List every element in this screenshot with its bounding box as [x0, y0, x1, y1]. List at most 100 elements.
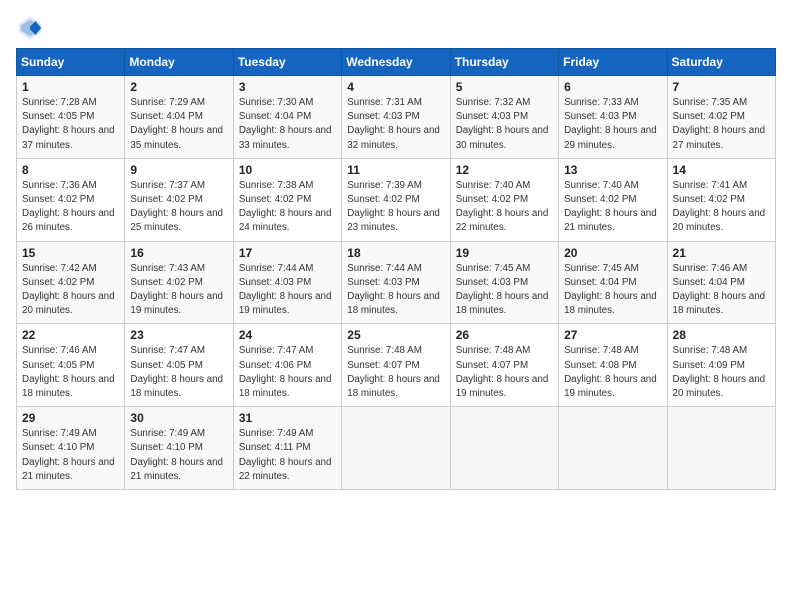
day-number: 6: [564, 80, 661, 94]
day-number: 13: [564, 163, 661, 177]
day-number: 18: [347, 246, 444, 260]
day-number: 4: [347, 80, 444, 94]
logo: [16, 14, 48, 42]
weekday-header-thursday: Thursday: [450, 49, 558, 76]
day-number: 25: [347, 328, 444, 342]
day-number: 22: [22, 328, 119, 342]
day-detail: Sunrise: 7:47 AMSunset: 4:05 PMDaylight:…: [130, 344, 227, 401]
day-cell: 24 Sunrise: 7:47 AMSunset: 4:06 PMDayligh…: [233, 324, 341, 407]
day-cell: 8 Sunrise: 7:36 AMSunset: 4:02 PMDaylight…: [17, 158, 125, 241]
day-number: 31: [239, 411, 336, 425]
day-detail: Sunrise: 7:43 AMSunset: 4:02 PMDaylight:…: [130, 262, 227, 319]
day-detail: Sunrise: 7:48 AMSunset: 4:07 PMDaylight:…: [347, 344, 444, 401]
day-detail: Sunrise: 7:28 AMSunset: 4:05 PMDaylight:…: [22, 96, 119, 153]
day-detail: Sunrise: 7:30 AMSunset: 4:04 PMDaylight:…: [239, 96, 336, 153]
day-cell: 25 Sunrise: 7:48 AMSunset: 4:07 PMDayligh…: [342, 324, 450, 407]
day-cell: [559, 407, 667, 490]
day-number: 15: [22, 246, 119, 260]
day-number: 7: [673, 80, 770, 94]
calendar-body: 1 Sunrise: 7:28 AMSunset: 4:05 PMDaylight…: [17, 76, 776, 490]
day-number: 9: [130, 163, 227, 177]
day-detail: Sunrise: 7:45 AMSunset: 4:03 PMDaylight:…: [456, 262, 553, 319]
day-detail: Sunrise: 7:48 AMSunset: 4:07 PMDaylight:…: [456, 344, 553, 401]
day-number: 11: [347, 163, 444, 177]
header: [16, 10, 776, 42]
day-cell: [450, 407, 558, 490]
day-cell: 15Sunrise: 7:42 AMSunset: 4:02 PMDayligh…: [17, 241, 125, 324]
day-cell: 28Sunrise: 7:48 AMSunset: 4:09 PMDayligh…: [667, 324, 775, 407]
week-row-2: 15Sunrise: 7:42 AMSunset: 4:02 PMDayligh…: [17, 241, 776, 324]
day-cell: 6 Sunrise: 7:33 AMSunset: 4:03 PMDaylight…: [559, 76, 667, 159]
day-cell: 21Sunrise: 7:46 AMSunset: 4:04 PMDayligh…: [667, 241, 775, 324]
day-number: 26: [456, 328, 553, 342]
logo-icon: [16, 14, 44, 42]
day-detail: Sunrise: 7:48 AMSunset: 4:08 PMDaylight:…: [564, 344, 661, 401]
day-cell: 3 Sunrise: 7:30 AMSunset: 4:04 PMDaylight…: [233, 76, 341, 159]
weekday-header-tuesday: Tuesday: [233, 49, 341, 76]
day-detail: Sunrise: 7:38 AMSunset: 4:02 PMDaylight:…: [239, 179, 336, 236]
day-cell: 22Sunrise: 7:46 AMSunset: 4:05 PMDayligh…: [17, 324, 125, 407]
day-cell: 10Sunrise: 7:38 AMSunset: 4:02 PMDayligh…: [233, 158, 341, 241]
day-number: 1: [22, 80, 119, 94]
weekday-header-sunday: Sunday: [17, 49, 125, 76]
calendar: SundayMondayTuesdayWednesdayThursdayFrid…: [16, 48, 776, 490]
day-detail: Sunrise: 7:46 AMSunset: 4:04 PMDaylight:…: [673, 262, 770, 319]
day-number: 30: [130, 411, 227, 425]
day-detail: Sunrise: 7:29 AMSunset: 4:04 PMDaylight:…: [130, 96, 227, 153]
day-number: 20: [564, 246, 661, 260]
day-cell: 4Sunrise: 7:31 AMSunset: 4:03 PMDaylight…: [342, 76, 450, 159]
day-number: 14: [673, 163, 770, 177]
weekday-header-wednesday: Wednesday: [342, 49, 450, 76]
weekday-row: SundayMondayTuesdayWednesdayThursdayFrid…: [17, 49, 776, 76]
day-cell: 19 Sunrise: 7:45 AMSunset: 4:03 PMDayligh…: [450, 241, 558, 324]
day-detail: Sunrise: 7:47 AMSunset: 4:06 PMDaylight:…: [239, 344, 336, 401]
week-row-0: 1 Sunrise: 7:28 AMSunset: 4:05 PMDaylight…: [17, 76, 776, 159]
day-number: 16: [130, 246, 227, 260]
week-row-4: 29 Sunrise: 7:49 AMSunset: 4:10 PMDayligh…: [17, 407, 776, 490]
day-number: 17: [239, 246, 336, 260]
week-row-3: 22Sunrise: 7:46 AMSunset: 4:05 PMDayligh…: [17, 324, 776, 407]
weekday-header-monday: Monday: [125, 49, 233, 76]
week-row-1: 8 Sunrise: 7:36 AMSunset: 4:02 PMDaylight…: [17, 158, 776, 241]
day-detail: Sunrise: 7:33 AMSunset: 4:03 PMDaylight:…: [564, 96, 661, 153]
day-cell: 7Sunrise: 7:35 AMSunset: 4:02 PMDaylight…: [667, 76, 775, 159]
day-number: 12: [456, 163, 553, 177]
weekday-header-saturday: Saturday: [667, 49, 775, 76]
day-cell: 16 Sunrise: 7:43 AMSunset: 4:02 PMDayligh…: [125, 241, 233, 324]
day-cell: 20 Sunrise: 7:45 AMSunset: 4:04 PMDayligh…: [559, 241, 667, 324]
day-cell: 2 Sunrise: 7:29 AMSunset: 4:04 PMDaylight…: [125, 76, 233, 159]
day-number: 2: [130, 80, 227, 94]
day-cell: 26 Sunrise: 7:48 AMSunset: 4:07 PMDayligh…: [450, 324, 558, 407]
day-number: 24: [239, 328, 336, 342]
day-detail: Sunrise: 7:32 AMSunset: 4:03 PMDaylight:…: [456, 96, 553, 153]
day-number: 29: [22, 411, 119, 425]
day-cell: 29 Sunrise: 7:49 AMSunset: 4:10 PMDayligh…: [17, 407, 125, 490]
weekday-header-friday: Friday: [559, 49, 667, 76]
day-cell: 11Sunrise: 7:39 AMSunset: 4:02 PMDayligh…: [342, 158, 450, 241]
day-detail: Sunrise: 7:49 AMSunset: 4:10 PMDaylight:…: [130, 427, 227, 484]
day-detail: Sunrise: 7:40 AMSunset: 4:02 PMDaylight:…: [456, 179, 553, 236]
day-cell: 13 Sunrise: 7:40 AMSunset: 4:02 PMDayligh…: [559, 158, 667, 241]
day-cell: 27 Sunrise: 7:48 AMSunset: 4:08 PMDayligh…: [559, 324, 667, 407]
day-cell: 18 Sunrise: 7:44 AMSunset: 4:03 PMDayligh…: [342, 241, 450, 324]
day-cell: 17 Sunrise: 7:44 AMSunset: 4:03 PMDayligh…: [233, 241, 341, 324]
day-detail: Sunrise: 7:49 AMSunset: 4:10 PMDaylight:…: [22, 427, 119, 484]
day-cell: 12 Sunrise: 7:40 AMSunset: 4:02 PMDayligh…: [450, 158, 558, 241]
day-detail: Sunrise: 7:41 AMSunset: 4:02 PMDaylight:…: [673, 179, 770, 236]
day-cell: 23 Sunrise: 7:47 AMSunset: 4:05 PMDayligh…: [125, 324, 233, 407]
day-number: 8: [22, 163, 119, 177]
day-detail: Sunrise: 7:40 AMSunset: 4:02 PMDaylight:…: [564, 179, 661, 236]
day-detail: Sunrise: 7:44 AMSunset: 4:03 PMDaylight:…: [239, 262, 336, 319]
day-number: 23: [130, 328, 227, 342]
day-cell: 30 Sunrise: 7:49 AMSunset: 4:10 PMDayligh…: [125, 407, 233, 490]
day-detail: Sunrise: 7:45 AMSunset: 4:04 PMDaylight:…: [564, 262, 661, 319]
day-cell: [667, 407, 775, 490]
day-cell: 14 Sunrise: 7:41 AMSunset: 4:02 PMDayligh…: [667, 158, 775, 241]
day-number: 27: [564, 328, 661, 342]
day-number: 19: [456, 246, 553, 260]
day-detail: Sunrise: 7:36 AMSunset: 4:02 PMDaylight:…: [22, 179, 119, 236]
day-number: 3: [239, 80, 336, 94]
day-detail: Sunrise: 7:44 AMSunset: 4:03 PMDaylight:…: [347, 262, 444, 319]
day-detail: Sunrise: 7:48 AMSunset: 4:09 PMDaylight:…: [673, 344, 770, 401]
day-cell: 5Sunrise: 7:32 AMSunset: 4:03 PMDaylight…: [450, 76, 558, 159]
